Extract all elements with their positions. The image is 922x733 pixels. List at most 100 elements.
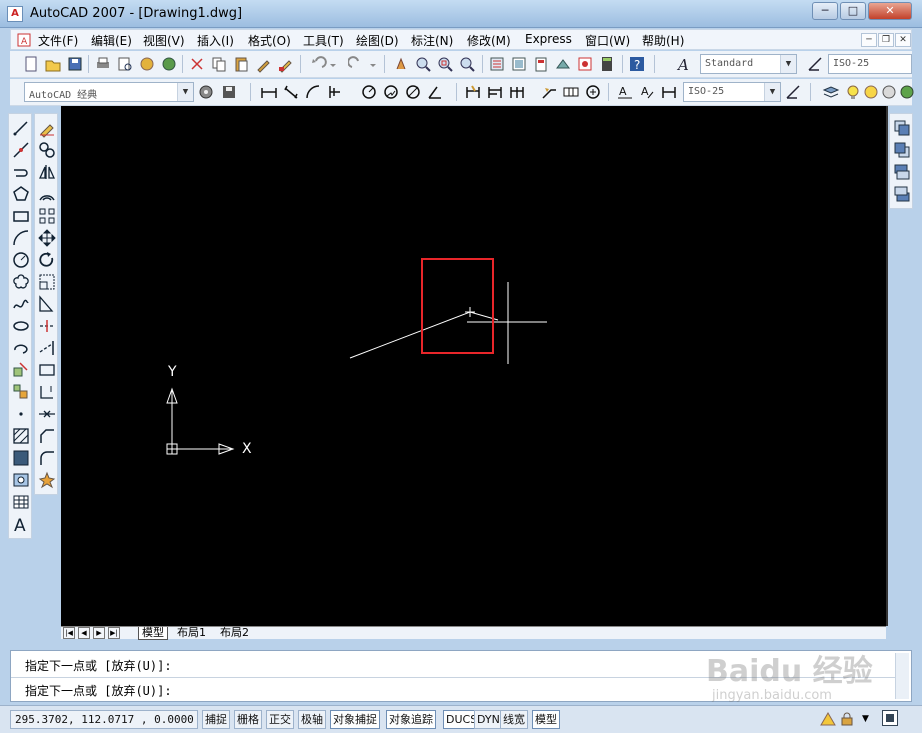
baseline-dimension-icon[interactable] — [486, 83, 504, 101]
drawing-canvas[interactable]: Y X — [61, 106, 886, 626]
osnap-toggle[interactable]: 对象捕捉 — [330, 710, 380, 729]
fillet-icon[interactable] — [37, 448, 57, 468]
dimension-style-combo-2[interactable]: ISO-25 ▼ — [683, 82, 781, 102]
diameter-dimension-icon[interactable] — [404, 83, 422, 101]
menu-window[interactable]: 窗口(W) — [585, 32, 630, 49]
zoom-previous-icon[interactable] — [458, 55, 476, 73]
gradient-icon[interactable] — [11, 448, 31, 468]
command-scrollbar[interactable] — [895, 653, 909, 699]
menu-tools[interactable]: 工具(T) — [303, 32, 344, 49]
ellipse-arc-icon[interactable] — [11, 338, 31, 358]
stretch-icon[interactable] — [37, 294, 57, 314]
copy-icon[interactable] — [210, 55, 228, 73]
array-icon[interactable] — [37, 206, 57, 226]
help-icon[interactable]: ? — [628, 55, 646, 73]
trim-icon[interactable] — [37, 316, 57, 336]
communication-center-icon[interactable] — [820, 712, 836, 726]
rotate-icon[interactable] — [37, 250, 57, 270]
properties-icon[interactable] — [488, 55, 506, 73]
block-editor-icon[interactable] — [276, 55, 294, 73]
menu-edit[interactable]: 编辑(E) — [91, 32, 132, 49]
text-style-combo[interactable]: Standard ▼ — [700, 54, 797, 74]
command-window[interactable]: 指定下一点或 [放弃(U)]: 指定下一点或 [放弃(U)]: — [10, 650, 912, 702]
arc-length-icon[interactable] — [304, 83, 322, 101]
tab-layout1[interactable]: 布局1 — [174, 627, 209, 640]
save-icon[interactable] — [66, 55, 84, 73]
otrack-toggle[interactable]: 对象追踪 — [386, 710, 436, 729]
hatch-icon[interactable] — [11, 426, 31, 446]
menu-file[interactable]: 文件(F) — [38, 32, 78, 49]
dimension-text-edit-icon[interactable]: A — [638, 83, 656, 101]
dyn-toggle[interactable]: DYN — [474, 710, 503, 729]
zoom-window-icon[interactable] — [436, 55, 454, 73]
dimension-style-combo[interactable]: ISO-25 — [828, 54, 912, 74]
polyline-icon[interactable] — [11, 162, 31, 182]
layer-color-icon[interactable] — [880, 83, 898, 101]
cut-icon[interactable] — [188, 55, 206, 73]
layer-lock-icon[interactable] — [898, 83, 916, 101]
autocad-logo-icon[interactable]: A — [7, 6, 23, 22]
coordinate-readout[interactable]: 295.3702, 112.0717 , 0.0000 — [10, 710, 198, 729]
spline-icon[interactable] — [11, 294, 31, 314]
menu-insert[interactable]: 插入(I) — [197, 32, 234, 49]
menu-dimension[interactable]: 标注(N) — [411, 32, 453, 49]
quick-dimension-icon[interactable] — [464, 83, 482, 101]
close-button[interactable]: ✕ — [868, 2, 912, 20]
print-icon[interactable] — [94, 55, 112, 73]
prev-tab-button[interactable]: ◀ — [78, 627, 90, 639]
rectangle-icon[interactable] — [11, 206, 31, 226]
construction-line-icon[interactable] — [11, 140, 31, 160]
doc-restore-button[interactable]: ❐ — [878, 33, 894, 47]
dimension-edit-icon[interactable]: A — [616, 83, 634, 101]
dimension-update-icon[interactable] — [660, 83, 678, 101]
jogged-dimension-icon[interactable] — [382, 83, 400, 101]
send-under-icon[interactable] — [892, 184, 912, 204]
menu-format[interactable]: 格式(O) — [248, 32, 291, 49]
model-toggle[interactable]: 模型 — [532, 710, 560, 729]
tab-model[interactable]: 模型 — [138, 627, 168, 640]
break-at-point-icon[interactable] — [37, 360, 57, 380]
insert-block-icon[interactable] — [11, 360, 31, 380]
copy-object-icon[interactable] — [37, 140, 57, 160]
ellipse-icon[interactable] — [11, 316, 31, 336]
point-icon[interactable] — [11, 404, 31, 424]
offset-icon[interactable] — [37, 184, 57, 204]
menu-modify[interactable]: 修改(M) — [467, 32, 511, 49]
markup-icon[interactable] — [576, 55, 594, 73]
open-icon[interactable] — [44, 55, 62, 73]
menu-draw[interactable]: 绘图(D) — [356, 32, 399, 49]
tolerance-icon[interactable] — [562, 83, 580, 101]
aligned-dimension-icon[interactable] — [282, 83, 300, 101]
last-tab-button[interactable]: ▶| — [108, 627, 120, 639]
minimize-button[interactable]: ─ — [812, 2, 838, 20]
first-tab-button[interactable]: |◀ — [63, 627, 75, 639]
new-icon[interactable] — [22, 55, 40, 73]
scale-icon[interactable] — [37, 272, 57, 292]
ordinate-dimension-icon[interactable] — [326, 83, 344, 101]
design-center-icon[interactable] — [510, 55, 528, 73]
workspace-combo[interactable]: AutoCAD 经典 ▼ — [24, 82, 194, 102]
publish-icon[interactable] — [138, 55, 156, 73]
status-menu-chevron-icon[interactable]: ▼ — [862, 714, 869, 724]
bring-to-front-icon[interactable] — [892, 118, 912, 138]
region-icon[interactable] — [11, 470, 31, 490]
multiline-text-icon[interactable]: A — [11, 514, 31, 536]
move-icon[interactable] — [37, 228, 57, 248]
tool-palettes-icon[interactable] — [532, 55, 550, 73]
break-icon[interactable] — [37, 382, 57, 402]
join-icon[interactable] — [37, 404, 57, 424]
circle-icon[interactable] — [11, 250, 31, 270]
line-icon[interactable] — [11, 118, 31, 138]
zoom-realtime-icon[interactable] — [414, 55, 432, 73]
tab-layout2[interactable]: 布局2 — [217, 627, 252, 640]
table-icon[interactable] — [11, 492, 31, 512]
layer-freeze-icon[interactable] — [862, 83, 880, 101]
paste-icon[interactable] — [232, 55, 250, 73]
redo-icon[interactable] — [347, 55, 378, 73]
lock-icon[interactable] — [840, 712, 854, 726]
chamfer-icon[interactable] — [37, 426, 57, 446]
workspace-save-icon[interactable] — [220, 83, 238, 101]
send-to-back-icon[interactable] — [892, 140, 912, 160]
layer-properties-icon[interactable] — [822, 83, 840, 101]
chevron-down-icon[interactable]: ▼ — [177, 83, 193, 101]
